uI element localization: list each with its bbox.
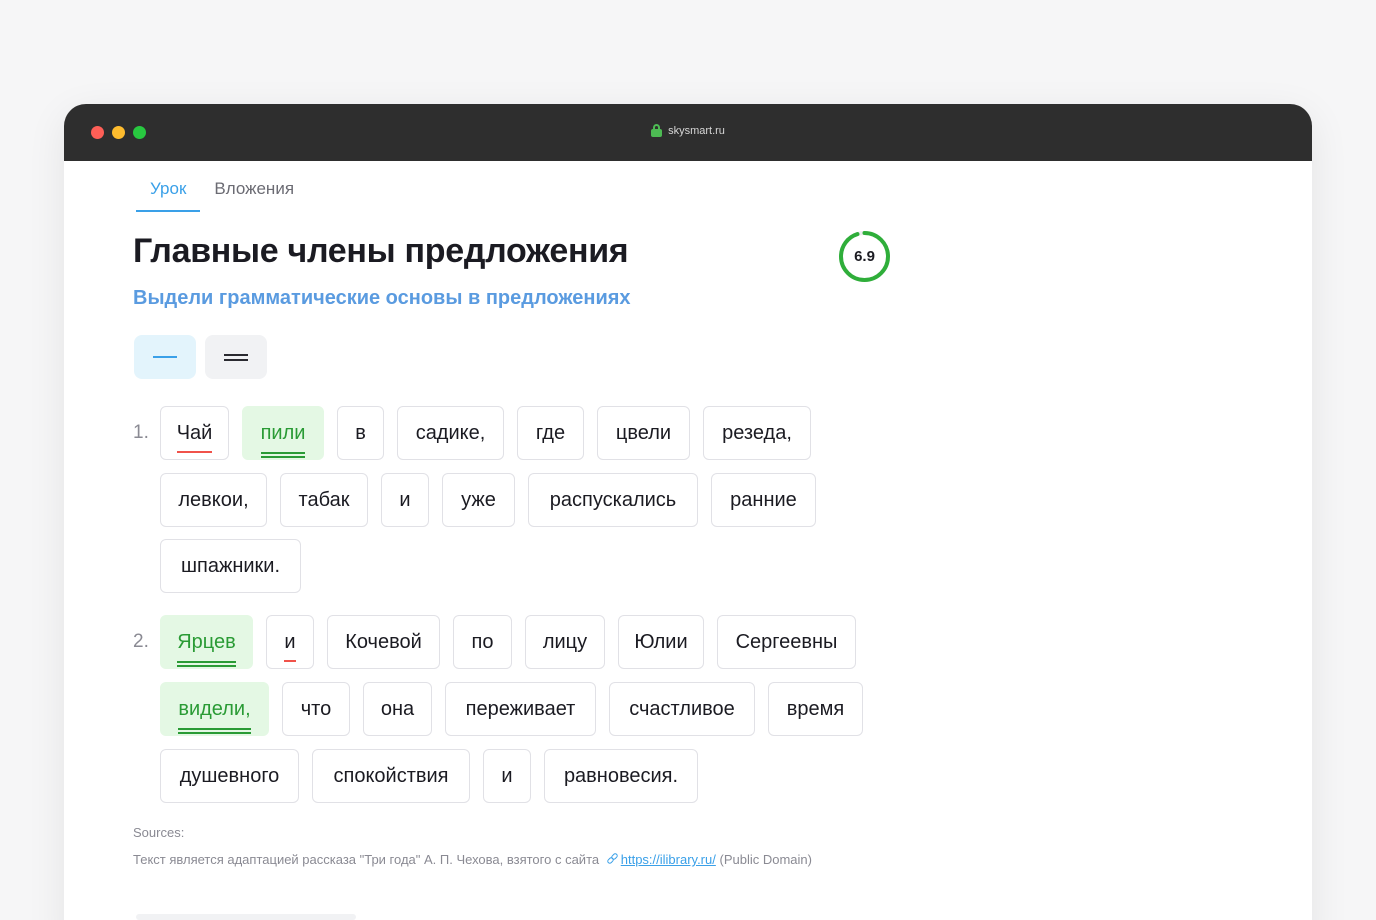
word-token[interactable]: ранние	[711, 473, 816, 527]
word-token[interactable]: где	[517, 406, 584, 460]
word-token[interactable]: переживает	[445, 682, 596, 736]
word-token[interactable]: и	[381, 473, 429, 527]
sentence-number: 2.	[133, 631, 149, 652]
word-token[interactable]: и	[483, 749, 531, 803]
word-token[interactable]: видели,	[160, 682, 269, 736]
word-token[interactable]: лицу	[525, 615, 605, 669]
single-line-icon	[153, 356, 177, 358]
word-token[interactable]: резеда,	[703, 406, 811, 460]
word-token[interactable]: спокойствия	[312, 749, 470, 803]
word-token[interactable]: левкои,	[160, 473, 267, 527]
lesson-tabs: Урок Вложения	[136, 161, 308, 217]
word-token[interactable]: по	[453, 615, 512, 669]
word-token[interactable]: Ярцев	[160, 615, 253, 669]
word-token[interactable]: время	[768, 682, 863, 736]
word-token[interactable]: пили	[242, 406, 324, 460]
double-underline-button[interactable]	[205, 335, 267, 379]
single-underline-button[interactable]	[134, 335, 196, 379]
word-token[interactable]: что	[282, 682, 350, 736]
task-instruction: Выдели грамматические основы в предложен…	[133, 287, 631, 309]
word-token[interactable]: Сергеевны	[717, 615, 856, 669]
word-token[interactable]: она	[363, 682, 432, 736]
lock-icon	[651, 124, 663, 137]
word-token[interactable]: табак	[280, 473, 368, 527]
word-token[interactable]: равновесия.	[544, 749, 698, 803]
address-bar[interactable]: skysmart.ru	[64, 124, 1312, 137]
word-token[interactable]: шпажники.	[160, 539, 301, 593]
bottom-placeholder	[136, 914, 356, 920]
word-token[interactable]: и	[266, 615, 314, 669]
tab-attachments[interactable]: Вложения	[200, 161, 308, 212]
browser-titlebar: skysmart.ru	[64, 104, 1312, 161]
word-token[interactable]: распускались	[528, 473, 698, 527]
word-token[interactable]: уже	[442, 473, 515, 527]
tab-lesson[interactable]: Урок	[136, 161, 201, 212]
word-token[interactable]: Кочевой	[327, 615, 440, 669]
double-line-icon	[224, 354, 248, 356]
sources-label: Sources:	[133, 825, 185, 840]
sentence-number: 1.	[133, 422, 149, 443]
source-link[interactable]: https://ilibrary.ru/	[621, 852, 716, 867]
score-indicator: 6.9	[838, 230, 891, 283]
word-token[interactable]: счастливое	[609, 682, 755, 736]
link-icon	[605, 852, 619, 865]
word-token[interactable]: цвели	[597, 406, 690, 460]
score-value: 6.9	[854, 248, 875, 265]
word-token[interactable]: в	[337, 406, 384, 460]
word-token[interactable]: душевного	[160, 749, 299, 803]
word-token[interactable]: Юлии	[618, 615, 704, 669]
sources-text: Текст является адаптацией рассказа "Три …	[133, 852, 812, 867]
browser-window: skysmart.ru Урок Вложения Главные члены …	[64, 104, 1312, 920]
url-text: skysmart.ru	[668, 124, 725, 137]
word-token[interactable]: Чай	[160, 406, 229, 460]
word-token[interactable]: садике,	[397, 406, 504, 460]
page-title: Главные члены предложения	[133, 232, 629, 270]
